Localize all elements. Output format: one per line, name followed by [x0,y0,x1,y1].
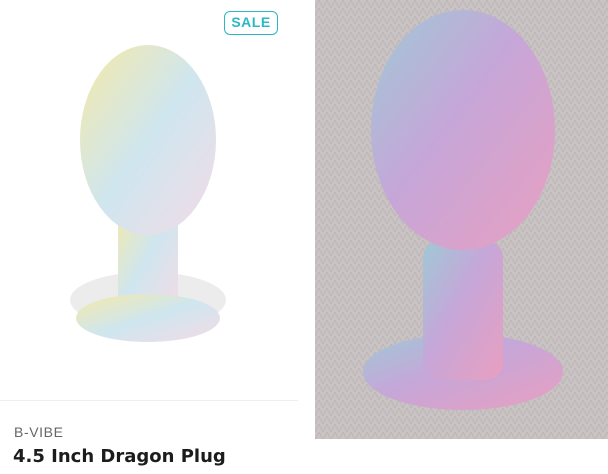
brand-label[interactable]: B-VIBE [14,424,64,440]
product-card[interactable]: SALE B-VIBE 4.5 Inch Dragon Plug [0,0,298,474]
product-title[interactable]: 4.5 Inch Dragon Plug [13,446,226,467]
card-divider [0,400,298,401]
product-image[interactable] [0,0,298,400]
sale-badge: SALE [224,11,278,35]
product-listing: SALE B-VIBE 4.5 Inch Dragon Plug [0,0,608,474]
customer-photo-placeholder [315,0,608,439]
customer-photo[interactable] [315,0,608,439]
product-image-placeholder [70,45,226,342]
